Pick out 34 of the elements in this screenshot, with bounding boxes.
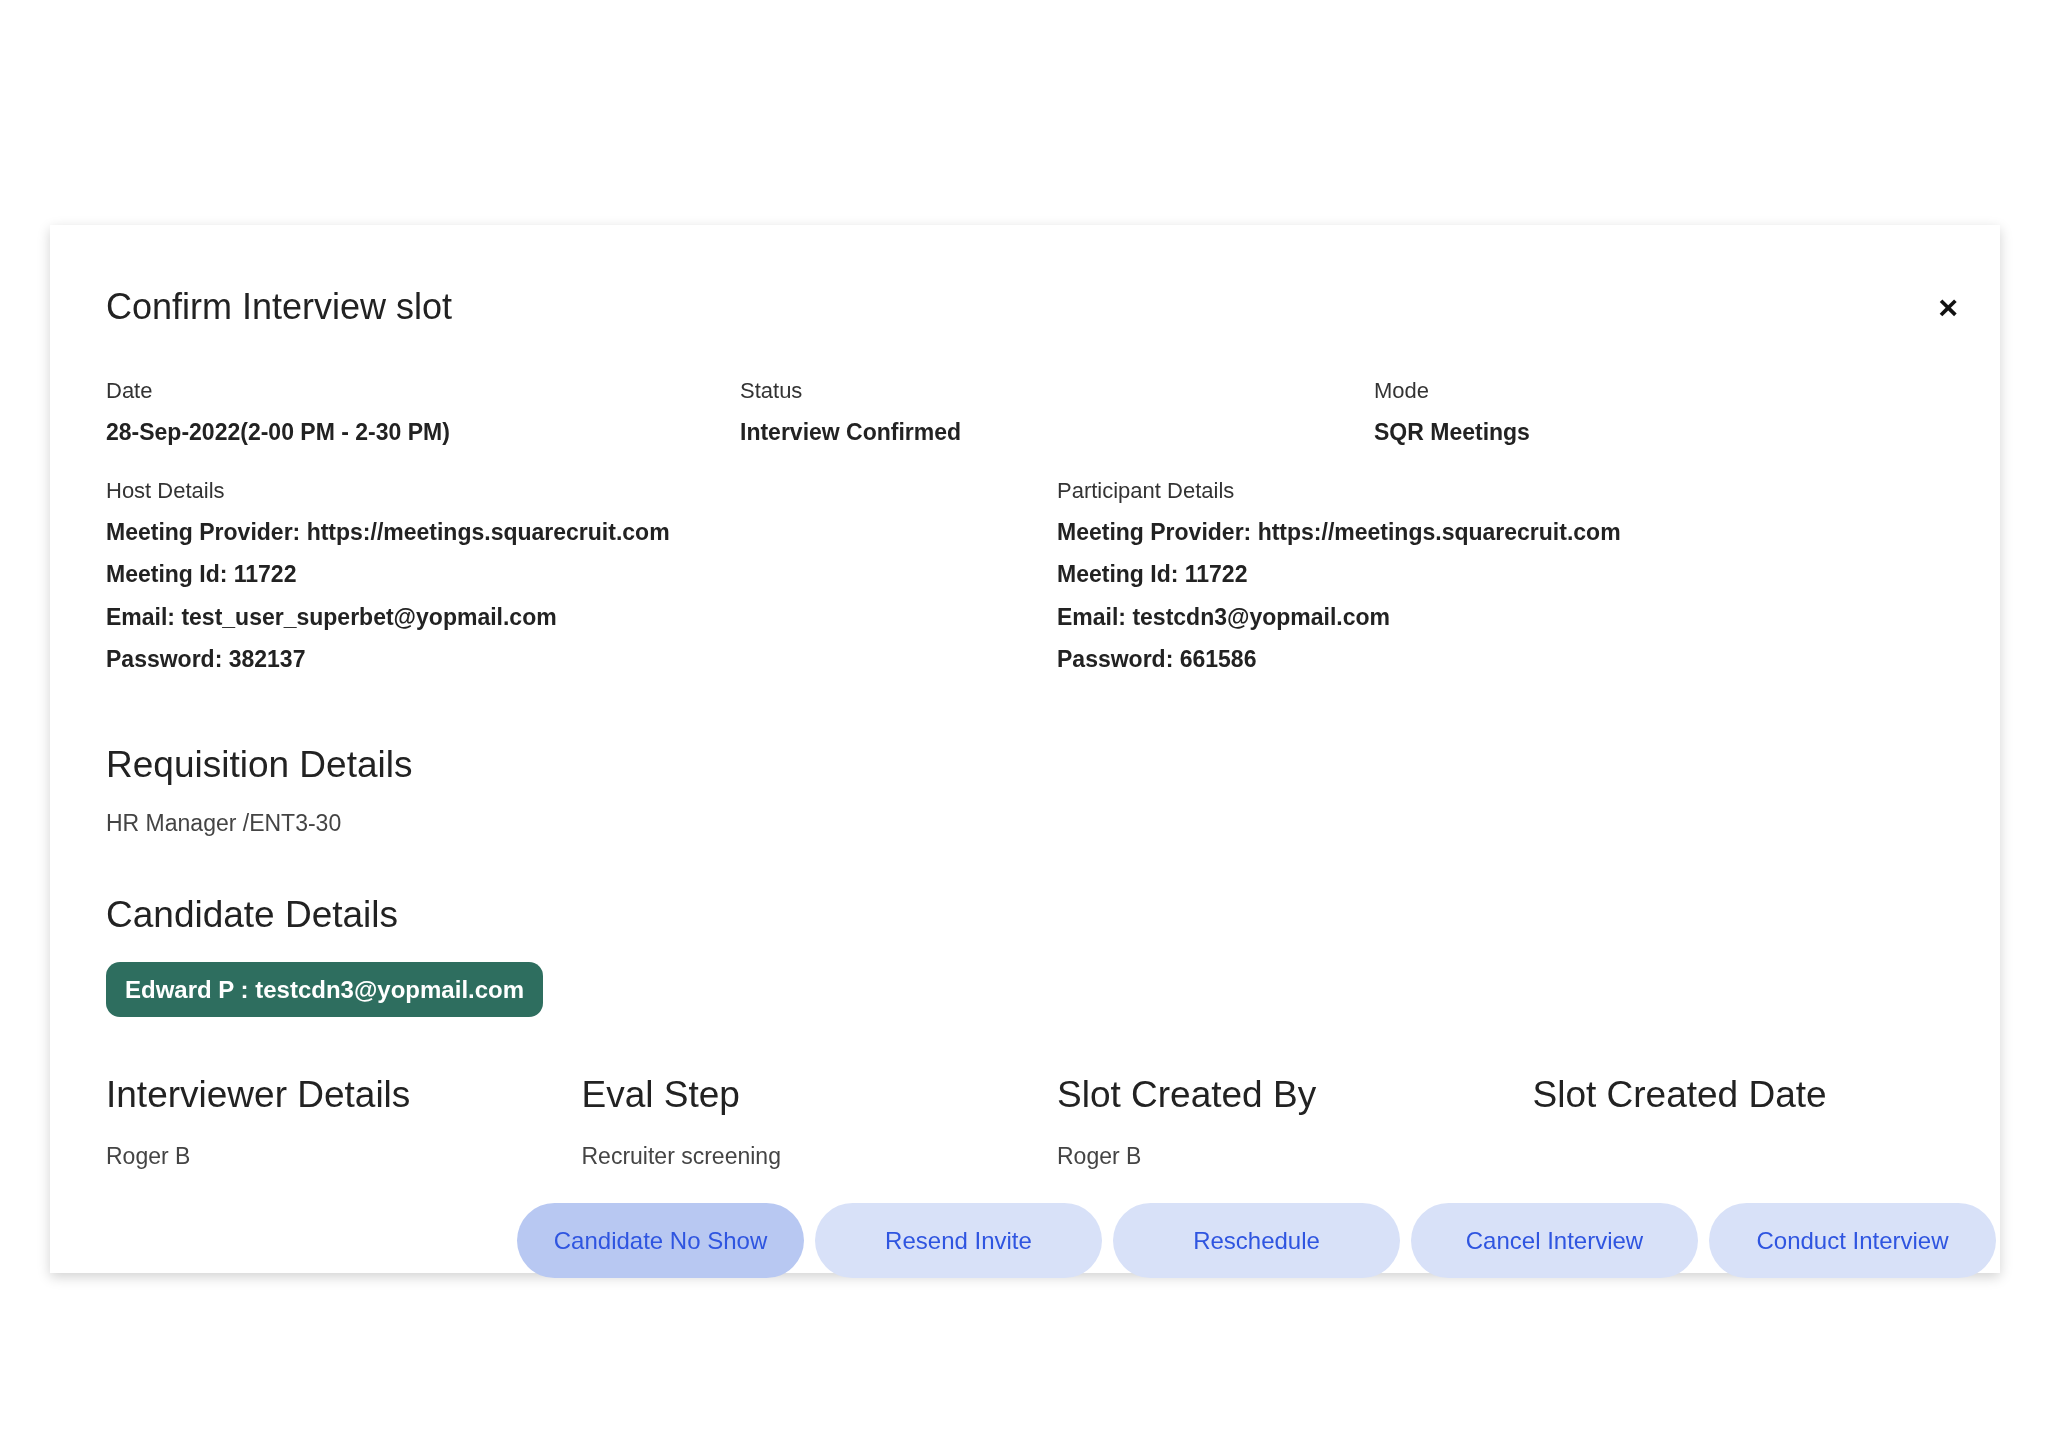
detail-line: Meeting Id: 11722 [1057,560,1249,589]
detail-line: Password: 382137 [106,645,307,674]
section-heading: Eval Step [581,1073,741,1117]
field-label: Status [740,377,804,405]
section-label: Host Details [106,476,226,505]
info-value: Recruiter screening [581,1141,782,1171]
section-heading: Candidate Details [106,892,399,937]
requisition-value: HR Manager /ENT3-30 [106,809,343,838]
section-heading: Slot Created Date [1532,1073,1828,1117]
section-heading: Slot Created By [1057,1073,1318,1117]
detail-line: Meeting Provider: https://meetings.squarecruit.com [106,517,671,547]
action-button[interactable]: Reschedule [1113,1203,1400,1278]
detail-line: Meeting Id: 11722 [106,560,298,589]
field-value: SQR Meetings [1374,418,1531,447]
section-heading: Interviewer Details [106,1073,412,1117]
close-button[interactable]: × [1938,290,1958,324]
section-heading: Requisition Details [106,742,414,787]
action-button[interactable]: Conduct Interview [1709,1203,1996,1278]
detail-line: Meeting Provider: https://meetings.squarecruit.com [1057,517,1622,547]
section-label: Participant Details [1057,476,1236,505]
field-label: Date [106,377,154,405]
detail-line: Email: test_user_superbet@yopmail.com [106,602,558,632]
action-button[interactable]: Resend Invite [815,1203,1102,1278]
info-value: Roger B [1057,1141,1143,1171]
field-label: Mode [1374,377,1431,405]
detail-line: Email: testcdn3@yopmail.com [1057,602,1392,632]
action-button[interactable]: Candidate No Show [517,1203,804,1278]
info-value: Roger B [106,1141,192,1171]
action-button[interactable]: Cancel Interview [1411,1203,1698,1278]
dialog-title: Confirm Interview slot [106,285,453,329]
candidate-chip: Edward P : testcdn3@yopmail.com [106,962,544,1017]
field-value: 28-Sep-2022(2-00 PM - 2-30 PM) [106,418,451,447]
detail-line: Password: 661586 [1057,645,1258,674]
field-value: Interview Confirmed [740,418,963,447]
